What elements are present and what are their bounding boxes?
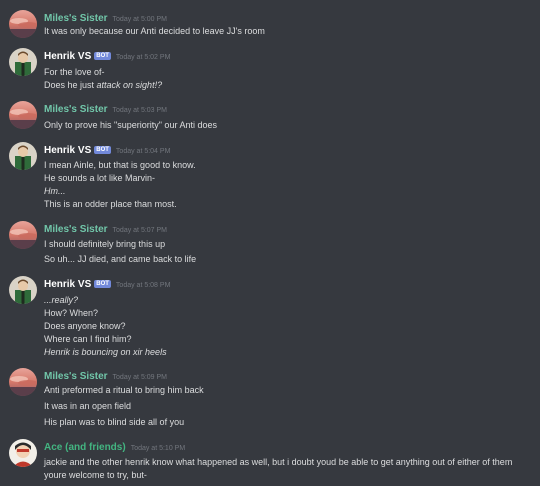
author-name[interactable]: Miles's Sister [44,104,108,115]
timestamp: Today at 5:09 PM [112,374,168,381]
message-header: Henrik VS BOT Today at 5:04 PM [44,142,170,156]
author-name[interactable]: Miles's Sister [44,13,108,24]
message-line: Anti preformed a ritual to bring him bac… [44,385,204,395]
timestamp: Today at 5:03 PM [112,107,168,114]
sunset-avatar[interactable] [9,101,37,129]
message-line: youre welcome to try, but- [44,470,147,480]
message-line: How? When? [44,308,99,318]
message-line: It was in an open field [44,401,132,411]
timestamp: Today at 5:04 PM [115,148,171,155]
message-line: I should definitely bring this up [44,239,166,249]
timestamp: Today at 5:08 PM [115,282,171,289]
author-name[interactable]: Henrik VS [44,145,91,156]
henrik-avatar[interactable] [9,276,37,304]
message-header: Miles's Sister Today at 5:09 PM [44,368,167,382]
emphasis-text: attack on sight!? [96,80,163,90]
message-line: His plan was to blind side all of you [44,417,185,427]
bot-badge: BOT [94,280,111,288]
bot-badge: BOT [94,52,111,60]
message-header: Miles's Sister Today at 5:00 PM [44,10,167,24]
message-line: Where can I find him? [44,334,132,344]
sunset-avatar[interactable] [9,10,37,38]
author-name[interactable]: Miles's Sister [44,224,108,235]
message-header: Miles's Sister Today at 5:03 PM [44,101,167,115]
message-line: ...really? [44,295,79,305]
sunset-avatar[interactable] [9,221,37,249]
message-header: Ace (and friends) Today at 5:10 PM [44,439,185,453]
message-line: Does he just attack on sight!? [44,80,163,90]
message-line: He sounds a lot like Marvin- [44,173,156,183]
message-line: It was only because our Anti decided to … [44,26,265,36]
chat-message-list: Miles's Sister Today at 5:00 PM It was onl… [0,0,540,486]
timestamp: Today at 5:02 PM [115,54,171,61]
author-name[interactable]: Ace (and friends) [44,442,126,453]
message-line: Only to prove his "superiority" our Anti… [44,120,217,130]
message-line: This is an odder place than most. [44,199,177,209]
message-line: jackie and the other henrik know what ha… [44,457,513,467]
message-header: Miles's Sister Today at 5:07 PM [44,221,167,235]
henrik-avatar[interactable] [9,142,37,170]
author-name[interactable]: Henrik VS [44,51,91,62]
timestamp: Today at 5:07 PM [112,227,168,234]
message-line: For the love of- [44,67,105,77]
message-line: Henrik is bouncing on xir heels [44,347,167,357]
message-line: So uh... JJ died, and came back to life [44,254,197,264]
bot-badge: BOT [94,146,111,154]
message-line: I mean Ainle, but that is good to know. [44,160,196,170]
henrik-avatar[interactable] [9,48,37,76]
timestamp: Today at 5:10 PM [130,445,186,452]
author-name[interactable]: Miles's Sister [44,371,108,382]
message-header: Henrik VS BOT Today at 5:02 PM [44,48,170,62]
timestamp: Today at 5:00 PM [112,16,168,23]
message-header: Henrik VS BOT Today at 5:08 PM [44,276,170,290]
message-line: Hm... [44,186,66,196]
message-line: Does anyone know? [44,321,126,331]
author-name[interactable]: Henrik VS [44,279,91,290]
ace-avatar[interactable] [9,439,37,467]
sunset-avatar[interactable] [9,368,37,396]
